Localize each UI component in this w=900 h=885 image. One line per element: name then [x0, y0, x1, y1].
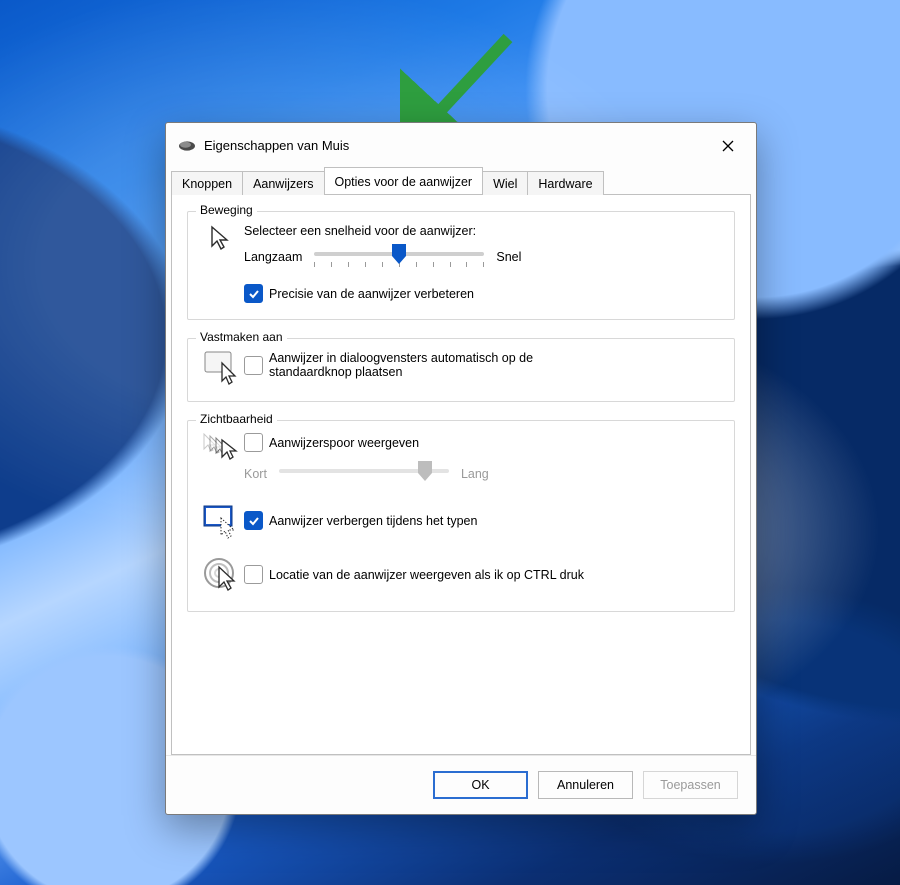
- enhance-precision-checkbox[interactable]: Precisie van de aanwijzer verbeteren: [244, 284, 474, 303]
- hide-while-typing-icon: [200, 505, 244, 539]
- snap-to-icon: [200, 351, 244, 385]
- apply-button[interactable]: Toepassen: [643, 771, 738, 799]
- slider-fast-label: Snel: [496, 250, 521, 264]
- ctrl-locate-checkbox[interactable]: Locatie van de aanwijzer weergeven als i…: [244, 565, 584, 584]
- pointer-trail-checkbox[interactable]: Aanwijzerspoor weergeven: [244, 433, 419, 452]
- close-icon: [722, 140, 734, 152]
- desktop-background: Eigenschappen van Muis Knoppen Aanwijzer…: [0, 0, 900, 885]
- checkbox-icon: [244, 565, 263, 584]
- ctrl-locate-icon: [200, 557, 244, 595]
- checkbox-icon: [244, 511, 263, 530]
- pointer-speed-slider[interactable]: [314, 244, 484, 270]
- tab-pointers[interactable]: Aanwijzers: [242, 171, 324, 195]
- group-snap-to: Vastmaken aan Aanwijzer in dialoogvenste…: [187, 338, 735, 402]
- pointer-trail-slider: [279, 461, 449, 487]
- group-motion: Beweging Selecteer een snelheid voor de …: [187, 211, 735, 320]
- group-motion-legend: Beweging: [196, 203, 257, 217]
- group-visibility: Zichtbaarheid Aanwijzerspoor: [187, 420, 735, 612]
- mouse-properties-dialog: Eigenschappen van Muis Knoppen Aanwijzer…: [165, 122, 757, 815]
- pointer-trail-icon: [200, 433, 244, 467]
- snap-to-default-label: Aanwijzer in dialoogvensters automatisch…: [269, 351, 599, 379]
- tab-pointer-options[interactable]: Opties voor de aanwijzer: [324, 167, 484, 194]
- mouse-icon: [178, 140, 196, 152]
- tab-buttons[interactable]: Knoppen: [171, 171, 243, 195]
- ok-button[interactable]: OK: [433, 771, 528, 799]
- cancel-button[interactable]: Annuleren: [538, 771, 633, 799]
- trail-long-label: Lang: [461, 467, 489, 481]
- tab-strip: Knoppen Aanwijzers Opties voor de aanwij…: [166, 166, 756, 194]
- pointer-speed-heading: Selecteer een snelheid voor de aanwijzer…: [244, 224, 722, 238]
- checkbox-icon: [244, 356, 263, 375]
- tab-page-pointer-options: Beweging Selecteer een snelheid voor de …: [171, 194, 751, 755]
- checkbox-icon: [244, 284, 263, 303]
- checkbox-icon: [244, 433, 263, 452]
- slider-slow-label: Langzaam: [244, 250, 302, 264]
- snap-to-default-checkbox[interactable]: Aanwijzer in dialoogvensters automatisch…: [244, 351, 599, 379]
- dialog-footer: OK Annuleren Toepassen: [166, 755, 756, 814]
- tab-hardware[interactable]: Hardware: [527, 171, 603, 195]
- window-title: Eigenschappen van Muis: [204, 138, 706, 153]
- titlebar[interactable]: Eigenschappen van Muis: [166, 123, 756, 168]
- hide-while-typing-checkbox[interactable]: Aanwijzer verbergen tijdens het typen: [244, 511, 477, 530]
- group-visibility-legend: Zichtbaarheid: [196, 412, 277, 426]
- hide-while-typing-label: Aanwijzer verbergen tijdens het typen: [269, 514, 477, 528]
- tab-wheel[interactable]: Wiel: [482, 171, 528, 195]
- pointer-trail-label: Aanwijzerspoor weergeven: [269, 436, 419, 450]
- pointer-speed-icon: [200, 224, 244, 254]
- trail-short-label: Kort: [244, 467, 267, 481]
- close-button[interactable]: [706, 129, 750, 162]
- group-snap-legend: Vastmaken aan: [196, 330, 287, 344]
- enhance-precision-label: Precisie van de aanwijzer verbeteren: [269, 287, 474, 301]
- ctrl-locate-label: Locatie van de aanwijzer weergeven als i…: [269, 568, 584, 582]
